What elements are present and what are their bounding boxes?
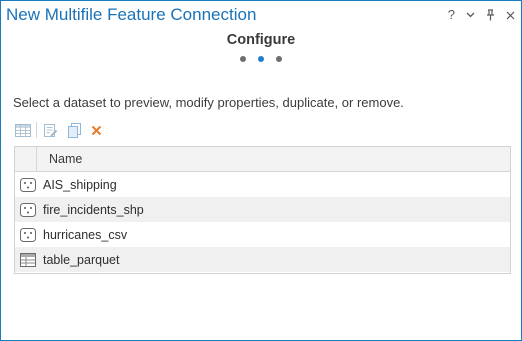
step-title: Configure (226, 32, 296, 48)
table-row[interactable]: table_parquet (15, 247, 510, 272)
point-feature-icon (20, 202, 36, 217)
toolbar-separator (36, 122, 37, 138)
point-feature-icon (20, 227, 36, 242)
step-dot-2-current[interactable] (258, 56, 264, 62)
step-dot-1[interactable] (240, 56, 246, 62)
table-row[interactable]: hurricanes_csv (15, 222, 510, 247)
close-icon[interactable] (506, 11, 515, 20)
pane-title: New Multifile Feature Connection (6, 5, 257, 24)
row-selector-header[interactable] (15, 147, 37, 171)
table-view-icon[interactable] (13, 120, 33, 140)
remove-icon[interactable] (86, 120, 106, 140)
instructions-text: Select a dataset to preview, modify prop… (13, 95, 404, 110)
properties-icon[interactable] (40, 120, 60, 140)
duplicate-icon[interactable] (64, 120, 84, 140)
help-icon[interactable]: ? (448, 7, 455, 23)
dataset-name: hurricanes_csv (43, 227, 128, 242)
step-indicator (1, 56, 521, 62)
dataset-name: table_parquet (43, 252, 120, 267)
table-row[interactable]: fire_incidents_shp (15, 197, 510, 222)
dataset-name: AIS_shipping (43, 177, 117, 192)
multifile-connection-pane: New Multifile Feature Connection ? Confi… (0, 0, 522, 341)
point-feature-icon (20, 177, 36, 192)
dataset-name: fire_incidents_shp (43, 202, 144, 217)
pin-icon[interactable] (486, 9, 495, 21)
step-dot-3[interactable] (276, 56, 282, 62)
window-controls: ? (448, 7, 515, 23)
dataset-toolbar (13, 120, 106, 140)
table-icon (20, 252, 36, 267)
table-header: Name (15, 147, 510, 172)
options-dropdown-icon[interactable] (466, 12, 475, 18)
name-column-header[interactable]: Name (37, 147, 82, 171)
title-bar: New Multifile Feature Connection ? (1, 1, 521, 31)
table-row[interactable]: AIS_shipping (15, 172, 510, 197)
dataset-table: Name AIS_shipping fire_incidents_shp hur… (14, 146, 511, 274)
